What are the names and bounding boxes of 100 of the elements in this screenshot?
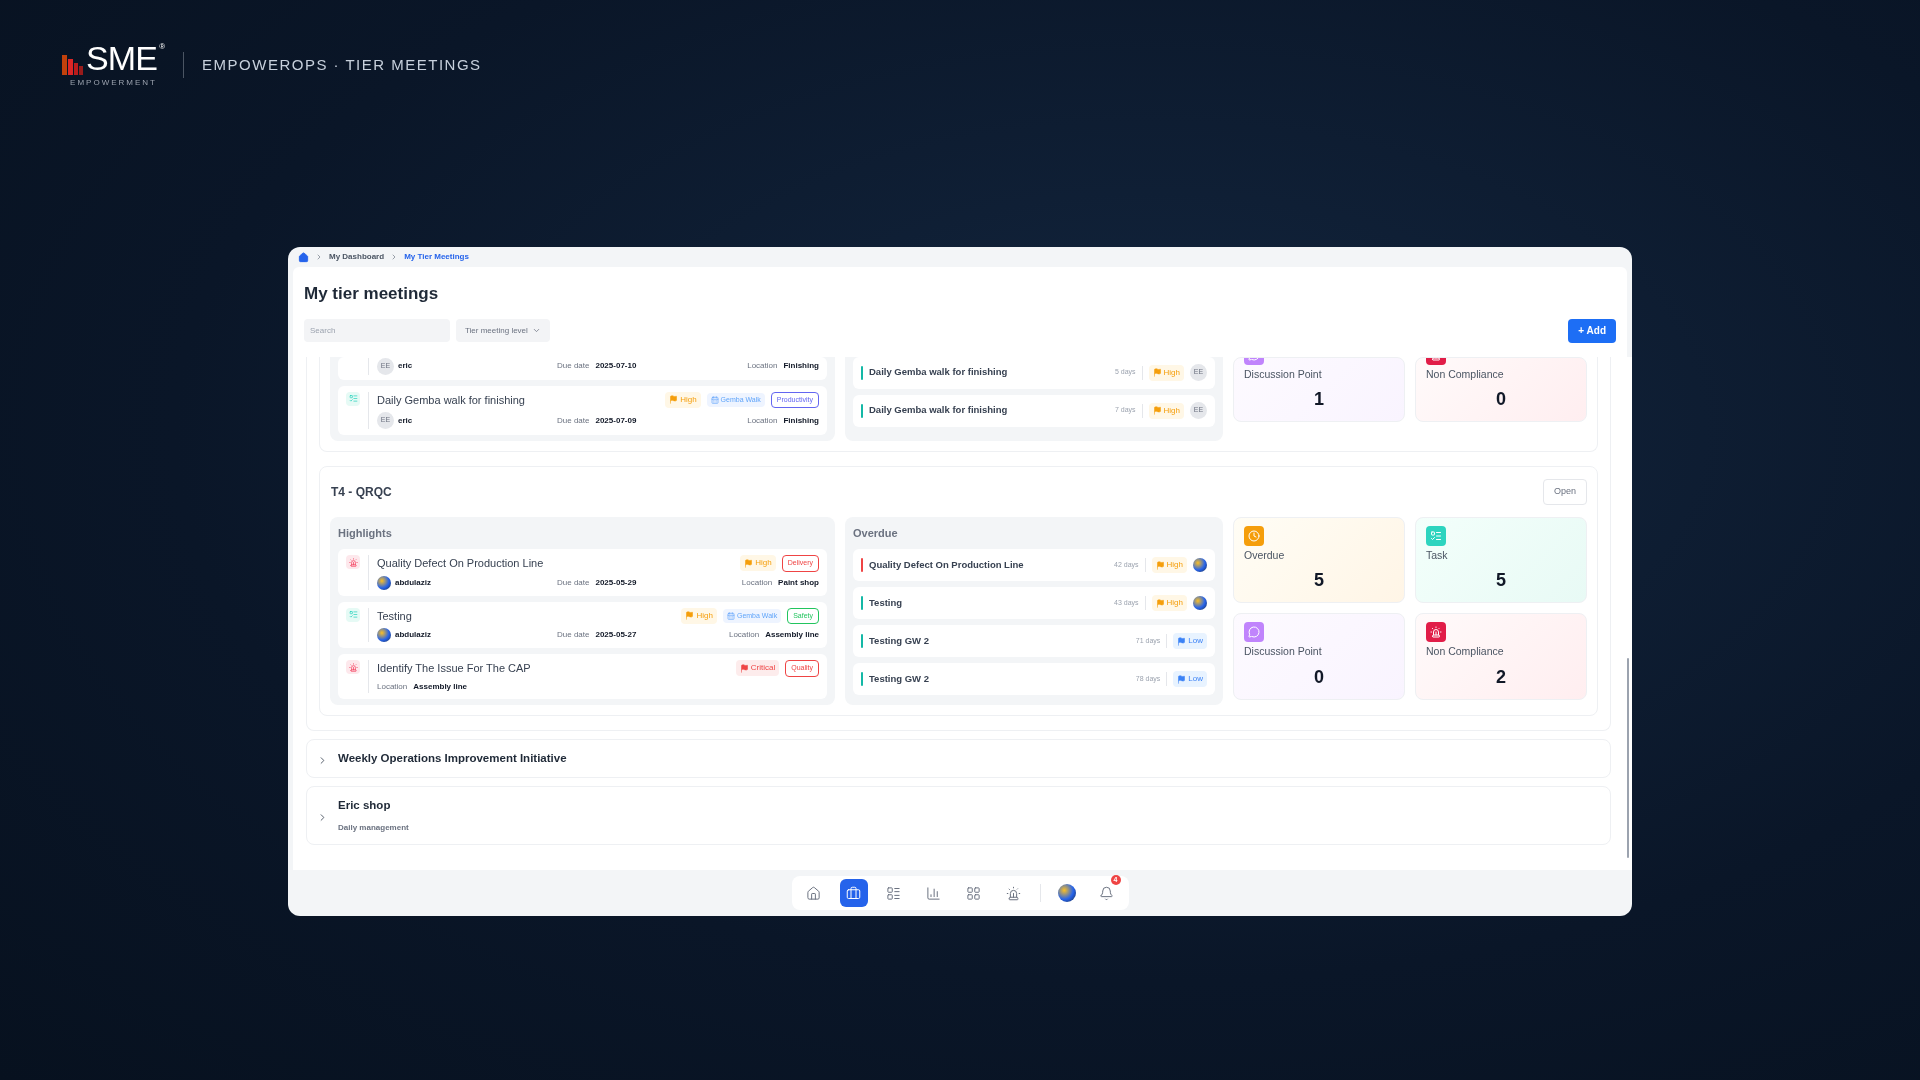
priority-badge: High — [1151, 595, 1187, 611]
briefcase-button[interactable] — [839, 879, 868, 907]
meeting-title: T4 - QRQC — [331, 483, 392, 501]
grid-icon — [966, 885, 981, 901]
breadcrumb-link[interactable]: My Dashboard — [329, 251, 385, 263]
stat-value: 0 — [1313, 666, 1325, 689]
avatar — [1193, 558, 1207, 572]
avatar — [377, 575, 391, 590]
item-title: Daily Gemba walk for finishing — [869, 403, 1009, 418]
logo-text: SME — [86, 41, 158, 75]
siren-icon — [346, 555, 360, 569]
open-button[interactable]: Open — [1542, 479, 1587, 505]
flag-icon — [669, 395, 679, 405]
location-label: Location — [741, 576, 773, 589]
panel-title: Highlights — [338, 525, 393, 541]
flag-icon — [1155, 598, 1165, 608]
stat-value: 5 — [1495, 569, 1507, 593]
home-icon — [806, 885, 821, 901]
calendar-icon — [726, 611, 735, 620]
meeting-title: Weekly Operations Improvement Initiative — [338, 750, 567, 766]
stat-label: Discussion Point — [1244, 366, 1323, 382]
briefcase-icon — [846, 885, 861, 901]
due-label: Due date — [557, 414, 590, 427]
location-label: Location — [747, 360, 778, 372]
user-name: eric — [398, 360, 413, 372]
stat-label: Discussion Point — [1244, 644, 1323, 660]
due-label: Due date — [557, 360, 590, 372]
priority-badge: High — [740, 555, 776, 572]
flag-icon — [1152, 368, 1162, 377]
avatar — [377, 628, 391, 642]
location-value: Finishing — [783, 360, 819, 372]
tier-level-dropdown[interactable]: Tier meeting level — [456, 319, 550, 342]
flag-icon — [1155, 560, 1165, 570]
search-field[interactable]: Search — [304, 319, 450, 342]
item-title: Testing GW 2 — [869, 671, 930, 686]
registered-mark: ® — [159, 41, 166, 53]
priority-badge: Critical — [735, 660, 780, 677]
due-date: 2025-07-10 — [595, 360, 637, 372]
scrollbar[interactable] — [1624, 356, 1632, 870]
meeting-title: Eric shop — [338, 797, 392, 813]
item-title: Testing — [377, 608, 413, 624]
chart-icon — [926, 885, 941, 901]
due-date: 2025-07-09 — [595, 414, 637, 427]
task-icon — [346, 391, 360, 406]
priority-badge: Low — [1173, 633, 1207, 649]
location-value: Paint shop — [778, 576, 819, 589]
chevron-icon — [315, 253, 323, 261]
item-title: Identify The Issue For The CAP — [377, 661, 532, 676]
item-title: Daily Gemba walk for finishing — [377, 392, 526, 408]
location-label: Location — [377, 680, 408, 693]
priority-badge: High — [665, 391, 701, 408]
item-title: Quality Defect On Production Line — [869, 557, 1025, 572]
flag-icon — [739, 663, 749, 673]
logo-subtitle: EMPOWERMENT — [70, 77, 157, 89]
bell-icon — [1099, 885, 1114, 901]
item-title: Testing — [869, 595, 904, 610]
priority-badge: High — [681, 607, 717, 624]
flag-icon — [744, 558, 754, 568]
flag-icon — [1177, 636, 1187, 646]
stat-value: 5 — [1313, 569, 1325, 593]
panel-title: Overdue — [853, 525, 899, 541]
due-date: 2025-05-29 — [595, 576, 637, 589]
location-value: Assembly line — [413, 680, 468, 693]
stat-label: Overdue — [1244, 547, 1286, 563]
bars-icon — [62, 55, 84, 75]
meeting-accordion[interactable]: Eric shop Daily management — [306, 785, 1611, 845]
meeting-accordion[interactable]: Weekly Operations Improvement Initiative — [306, 738, 1611, 778]
due-date: 2025-05-27 — [595, 629, 637, 641]
due-label: Due date — [557, 629, 590, 641]
breadcrumb-link[interactable]: My Tier Meetings — [404, 251, 469, 263]
table-icon — [886, 885, 901, 901]
stat-value: 0 — [1495, 388, 1507, 412]
due-label: Due date — [557, 576, 590, 589]
location-label: Location — [747, 414, 778, 427]
item-title: Daily Gemba walk for finishing — [869, 365, 1009, 380]
flag-icon — [1177, 674, 1187, 684]
user-name: abdulaziz — [395, 576, 431, 589]
calendar-icon — [710, 395, 719, 404]
user-name: eric — [398, 414, 413, 427]
flag-icon — [1152, 406, 1162, 415]
stat-label: Task — [1426, 547, 1449, 563]
siren-icon — [1006, 885, 1021, 901]
priority-badge: High — [1151, 557, 1187, 573]
add-button[interactable]: + Add — [1568, 318, 1616, 343]
item-title: Testing GW 2 — [869, 633, 930, 648]
stat-value: 2 — [1495, 666, 1507, 689]
priority-badge: High — [1148, 364, 1184, 381]
location-value: Assembly line — [765, 629, 819, 641]
user-name: abdulaziz — [395, 629, 431, 641]
page-title: My tier meetings — [304, 283, 440, 305]
location-value: Finishing — [783, 414, 819, 427]
meeting-subtitle: Daily management — [338, 822, 409, 834]
chevron-icon — [317, 754, 328, 766]
home-icon[interactable] — [298, 251, 309, 263]
priority-badge: Low — [1173, 671, 1207, 687]
chevron-down-icon — [531, 326, 541, 335]
stat-label: Non Compliance — [1426, 644, 1505, 660]
siren-icon — [346, 660, 360, 674]
task-icon — [346, 607, 360, 622]
priority-badge: High — [1148, 402, 1184, 419]
